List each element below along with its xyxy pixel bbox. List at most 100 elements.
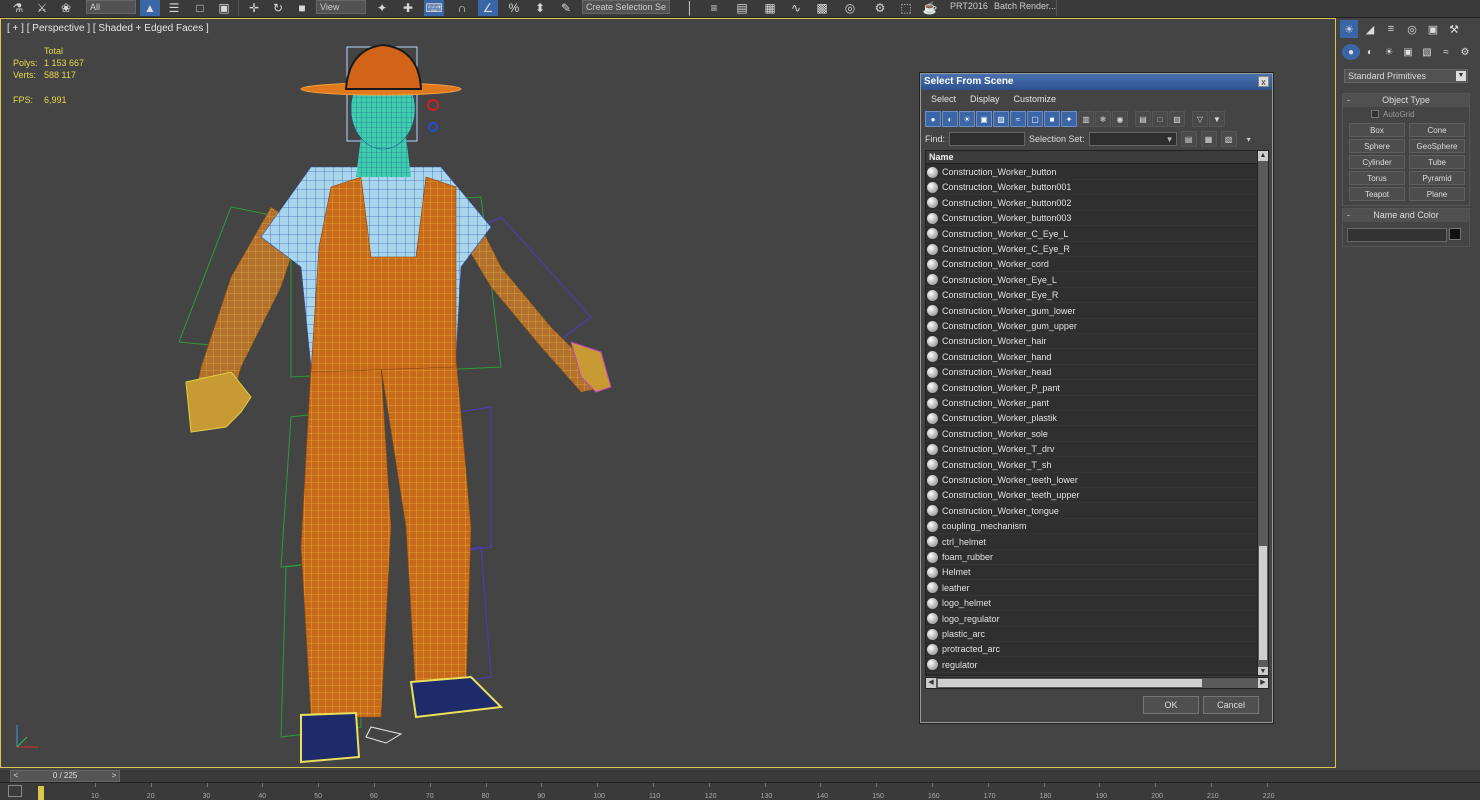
link-icon[interactable]: ⚗ <box>8 0 28 16</box>
lights-icon[interactable]: ☀ <box>1380 44 1398 60</box>
list-item[interactable]: Construction_Worker_T_sh <box>926 458 1258 473</box>
list-item[interactable]: Construction_Worker_teeth_upper <box>926 488 1258 504</box>
list-item[interactable]: Construction_Worker_button002 <box>926 196 1258 211</box>
display-frozen-icon[interactable]: ❄ <box>1095 111 1111 127</box>
primitive-type-dropdown[interactable]: Standard Primitives ▼ <box>1344 69 1468 83</box>
plane-button[interactable]: Plane <box>1409 187 1465 201</box>
vertical-scrollbar[interactable]: ▲ ▼ <box>1257 151 1268 675</box>
list-item[interactable]: logo_helmet <box>926 596 1258 612</box>
list-item[interactable]: Construction_Worker_teeth_lower <box>926 473 1258 488</box>
list-item[interactable]: Construction_Worker_C_Eye_R <box>926 242 1258 257</box>
rotate-icon[interactable]: ↻ <box>268 0 288 16</box>
dialog-options-icon[interactable]: ▾ <box>1247 135 1251 144</box>
list-item[interactable]: Construction_Worker_pant <box>926 396 1258 411</box>
select-manipulate-icon[interactable]: ✚ <box>398 0 418 16</box>
list-item[interactable]: Construction_Worker_gum_upper <box>926 319 1258 334</box>
list-item[interactable]: Construction_Worker_button <box>926 165 1258 180</box>
select-all-icon[interactable]: ▤ <box>1135 111 1151 127</box>
mini-curve-editor-icon[interactable] <box>8 785 22 797</box>
list-item[interactable]: Construction_Worker_C_Eye_L <box>926 227 1258 242</box>
list-item[interactable]: ctrl_helmet <box>926 535 1258 550</box>
schematic-view-icon[interactable]: ▩ <box>812 0 832 16</box>
pyramid-button[interactable]: Pyramid <box>1409 171 1465 185</box>
mirror-icon[interactable]: │ <box>680 0 700 16</box>
list-item[interactable]: coupling_mechanism <box>926 519 1258 535</box>
window-crossing-icon[interactable]: ▣ <box>214 0 234 16</box>
filter-icon[interactable]: ▽ <box>1192 111 1208 127</box>
list-item[interactable]: Construction_Worker_tongue <box>926 504 1258 519</box>
snaps-toggle-icon[interactable]: ∩ <box>452 0 472 16</box>
list-item[interactable]: Construction_Worker_P_pant <box>926 381 1258 396</box>
previous-frame-icon[interactable]: < <box>11 771 21 781</box>
object-type-header[interactable]: - Object Type <box>1343 94 1469 107</box>
geosphere-button[interactable]: GeoSphere <box>1409 139 1465 153</box>
dialog-title[interactable]: Select From Scene <box>921 74 1272 90</box>
menu-select[interactable]: Select <box>931 91 956 107</box>
align-icon[interactable]: ≡ <box>704 0 724 16</box>
scroll-left-icon[interactable]: ◀ <box>926 678 936 688</box>
h-scroll-thumb[interactable] <box>938 679 1202 687</box>
batch-render-button[interactable]: Batch Render... <box>994 0 1056 16</box>
rectangle-selection-icon[interactable]: □ <box>190 0 210 16</box>
menu-customize[interactable]: Customize <box>1014 91 1057 107</box>
create-tab-icon[interactable]: ☀ <box>1340 20 1358 38</box>
scroll-down-icon[interactable]: ▼ <box>1258 667 1268 675</box>
hierarchy-tab-icon[interactable]: ≡ <box>1382 20 1400 38</box>
edit-named-selection-icon[interactable]: ✎ <box>556 0 576 16</box>
list-item[interactable]: Construction_Worker_cord <box>926 257 1258 273</box>
scroll-right-icon[interactable]: ▶ <box>1258 678 1268 688</box>
list-item[interactable]: Construction_Worker_sole <box>926 427 1258 442</box>
graphite-ribbon-icon[interactable]: ▦ <box>760 0 780 16</box>
display-spacewarps-icon[interactable]: ≈ <box>1010 111 1026 127</box>
list-item[interactable]: Construction_Worker_plastik <box>926 411 1258 427</box>
list-item[interactable]: leather <box>926 581 1258 596</box>
angle-snap-icon[interactable]: ∠ <box>478 0 498 16</box>
list-item[interactable]: regulator <box>926 658 1258 673</box>
keyboard-shortcut-override-icon[interactable]: ⌨ <box>424 0 444 16</box>
list-item[interactable]: logo_regulator <box>926 612 1258 627</box>
list-item[interactable]: Construction_Worker_button001 <box>926 180 1258 196</box>
selection-set-dropdown[interactable]: ▼ <box>1088 132 1177 146</box>
list-item[interactable]: Construction_Worker_hair <box>926 334 1258 350</box>
list-item[interactable]: foam_rubber <box>926 550 1258 565</box>
menu-display[interactable]: Display <box>970 91 1000 107</box>
construction-worker-model[interactable] <box>171 27 631 767</box>
box-button[interactable]: Box <box>1349 123 1405 137</box>
ok-button[interactable]: OK <box>1143 696 1199 714</box>
display-hidden-icon[interactable]: ◉ <box>1112 111 1128 127</box>
list-item[interactable]: Construction_Worker_Eye_L <box>926 273 1258 288</box>
create-selection-set-icon[interactable]: ▤ <box>1180 131 1197 147</box>
name-column-header[interactable]: Name <box>926 151 1268 164</box>
list-item[interactable]: Construction_Worker_head <box>926 365 1258 381</box>
list-item[interactable]: Construction_Worker_Eye_R <box>926 288 1258 304</box>
tube-button[interactable]: Tube <box>1409 155 1465 169</box>
reference-coordinate-dropdown[interactable]: View <box>316 0 366 14</box>
space-warps-icon[interactable]: ≈ <box>1437 44 1455 60</box>
sphere-button[interactable]: Sphere <box>1349 139 1405 153</box>
teapot-button[interactable]: Teapot <box>1349 187 1405 201</box>
percent-snap-icon[interactable]: % <box>504 0 524 16</box>
time-slider[interactable]: < 0 / 225 > <box>10 770 120 782</box>
display-geometry-icon[interactable]: ● <box>925 111 941 127</box>
select-invert-icon[interactable]: ▨ <box>1169 111 1185 127</box>
name-and-color-header[interactable]: - Name and Color <box>1343 209 1469 222</box>
track-bar[interactable]: 10 20 30 40 50 60 70 80 90 100 110 120 130 140 150 160 1… <box>0 782 1480 800</box>
display-shapes-icon[interactable]: ◐ <box>942 111 958 127</box>
list-item[interactable]: Construction_Worker_button003 <box>926 211 1258 227</box>
prt-label[interactable]: PRT2016 <box>950 0 988 16</box>
find-input[interactable] <box>949 132 1026 146</box>
scroll-thumb[interactable] <box>1259 546 1267 660</box>
geometry-icon[interactable]: ● <box>1342 44 1360 60</box>
cone-button[interactable]: Cone <box>1409 123 1465 137</box>
named-selection-sets-dropdown[interactable]: Create Selection Se <box>582 0 670 14</box>
systems-icon[interactable]: ⚙ <box>1456 44 1474 60</box>
select-object-icon[interactable]: ▲ <box>140 0 160 16</box>
list-item[interactable]: Construction_Worker_hand <box>926 350 1258 365</box>
scroll-up-icon[interactable]: ▲ <box>1258 151 1268 161</box>
render-setup-icon[interactable]: ⚙ <box>870 0 890 16</box>
display-lights-icon[interactable]: ☀ <box>959 111 975 127</box>
utilities-tab-icon[interactable]: ⚒ <box>1445 20 1463 38</box>
cancel-button[interactable]: Cancel <box>1203 696 1259 714</box>
cameras-icon[interactable]: ▣ <box>1399 44 1417 60</box>
layer-explorer-icon[interactable]: ▤ <box>732 0 752 16</box>
